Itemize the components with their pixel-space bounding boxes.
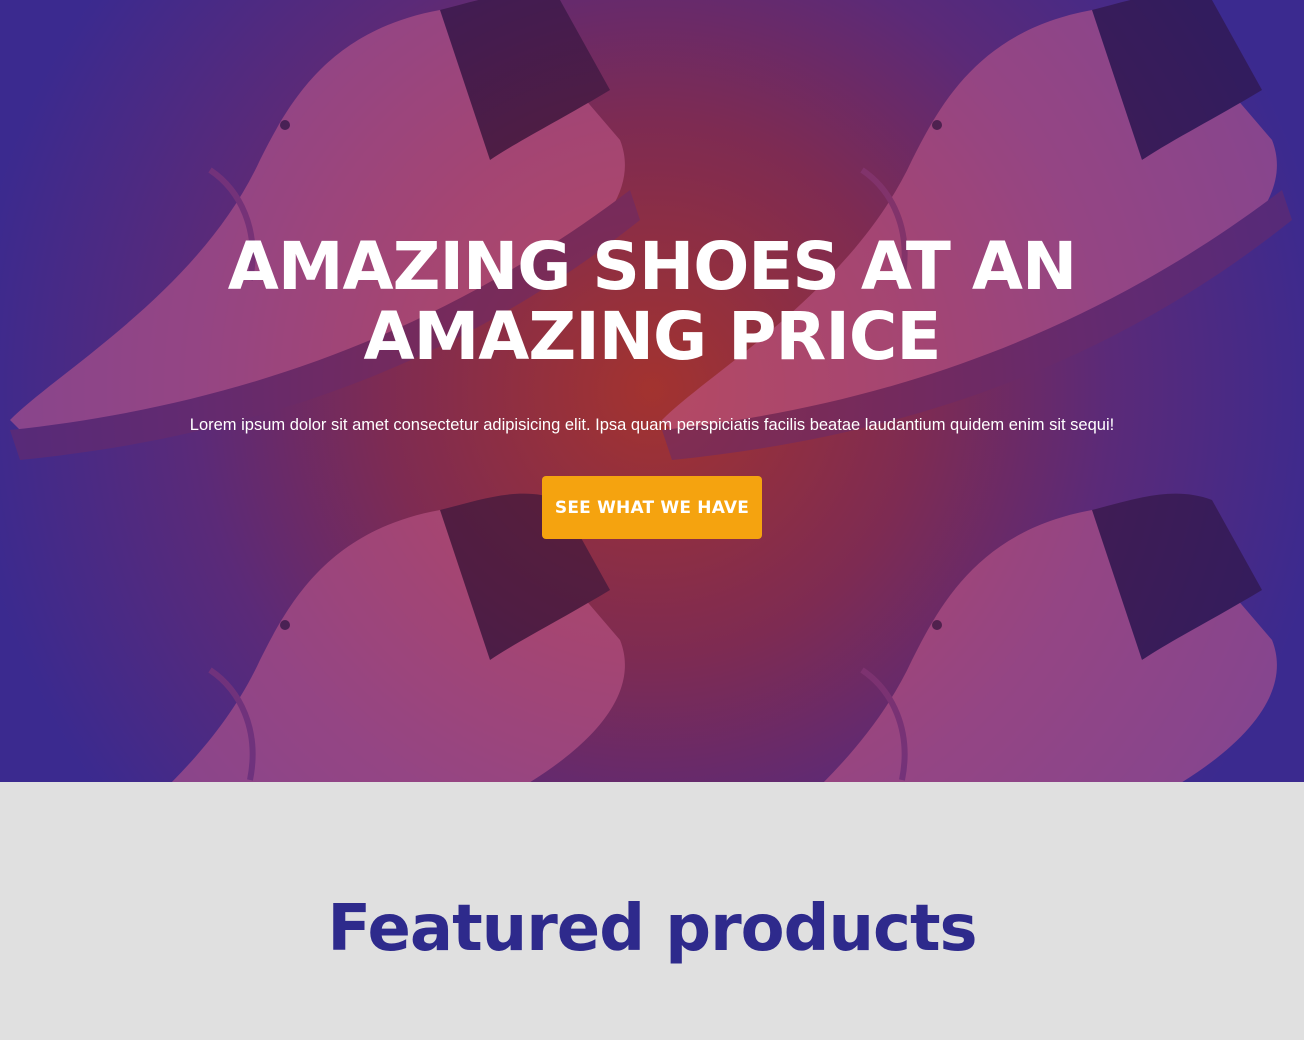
hero-section: AMAZING SHOES AT AN AMAZING PRICE Lorem … [0,0,1304,782]
hero-subtitle: Lorem ipsum dolor sit amet consectetur a… [189,416,1115,434]
hero-content: AMAZING SHOES AT AN AMAZING PRICE Lorem … [0,0,1304,782]
featured-products-section: Featured products [0,782,1304,1040]
hero-title: AMAZING SHOES AT AN AMAZING PRICE [227,228,1077,375]
see-what-we-have-button[interactable]: SEE WHAT WE HAVE [542,476,762,539]
featured-products-title: Featured products [327,892,977,966]
